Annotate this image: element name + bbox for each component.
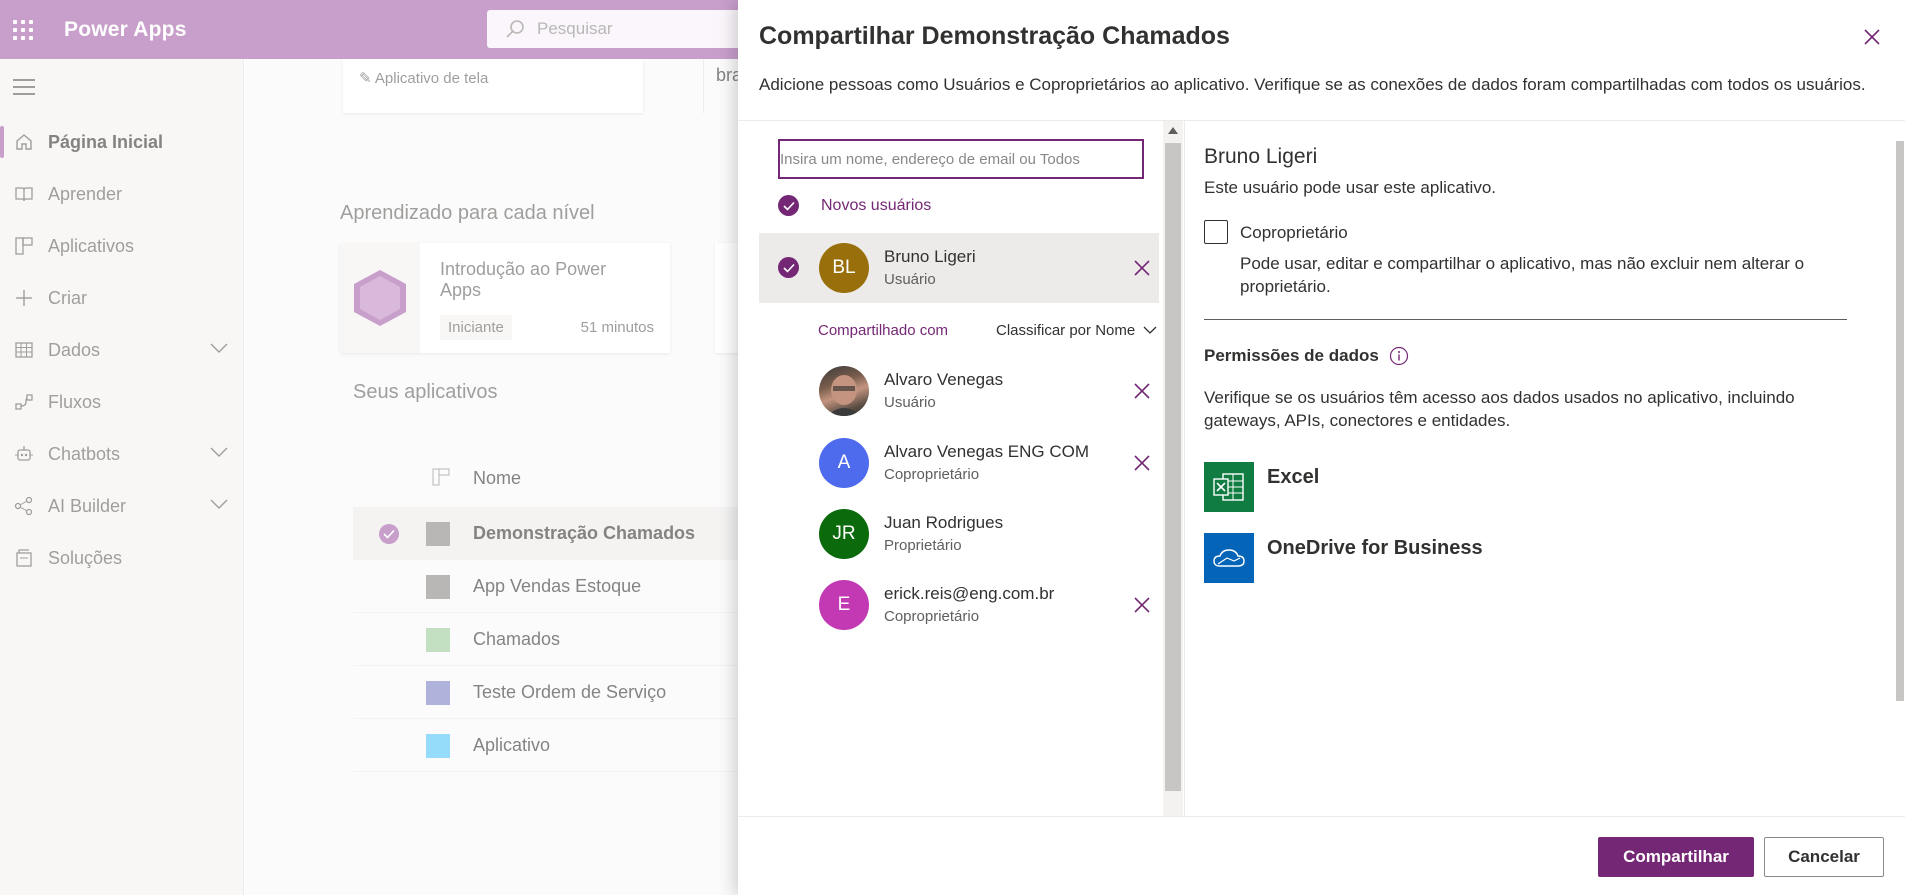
user-role: Coproprietário (884, 466, 980, 483)
info-icon[interactable] (1389, 346, 1409, 366)
onedrive-icon (1204, 533, 1254, 583)
divider (1204, 319, 1847, 320)
close-icon[interactable] (1861, 26, 1883, 48)
shared-user-row[interactable]: E erick.reis@eng.com.br Coproprietário (759, 570, 1159, 640)
scroll-up-icon[interactable] (1168, 127, 1178, 134)
cancel-button[interactable]: Cancelar (1764, 837, 1884, 877)
user-name: Alvaro Venegas ENG COM (884, 442, 1090, 461)
user-role: Coproprietário (884, 608, 980, 625)
avatar: JR (819, 509, 869, 559)
permissions-title-text: Permissões de dados (1204, 346, 1379, 365)
coowner-description: Pode usar, editar e compartilhar o aplic… (1240, 254, 1805, 296)
share-panel: Compartilhar Demonstração Chamados Adici… (738, 0, 1905, 895)
coowner-checkbox[interactable] (1204, 220, 1228, 244)
share-button[interactable]: Compartilhar (1598, 837, 1754, 877)
remove-user-icon[interactable] (1134, 260, 1150, 276)
scrollbar-thumb[interactable] (1896, 141, 1904, 701)
panel-description: Adicione pessoas como Usuários e Copropr… (759, 75, 1866, 94)
new-user-row[interactable]: BL Bruno Ligeri Usuário (759, 233, 1159, 303)
checkmark-icon[interactable] (778, 257, 799, 278)
people-search-input[interactable] (778, 139, 1144, 179)
user-detail: Bruno Ligeri Este usuário pode usar este… (1185, 121, 1905, 816)
people-list: Novos usuários BL Bruno Ligeri Usuário C… (738, 121, 1163, 816)
avatar: BL (819, 243, 869, 293)
sort-label: Classificar por Nome (996, 322, 1136, 339)
user-name: erick.reis@eng.com.br (884, 584, 1055, 603)
shared-with-label: Compartilhado com (818, 322, 949, 339)
user-role: Usuário (884, 271, 936, 288)
avatar (819, 366, 869, 416)
remove-user-icon[interactable] (1134, 455, 1150, 471)
permissions-title: Permissões de dados (1204, 346, 1409, 366)
avatar: E (819, 580, 869, 630)
user-role: Usuário (884, 394, 936, 411)
panel-title: Compartilhar Demonstração Chamados (759, 22, 1230, 50)
permissions-description: Verifique se os usuários têm acesso aos … (1204, 388, 1795, 430)
shared-user-row[interactable]: A Alvaro Venegas ENG COM Coproprietário (759, 428, 1159, 498)
detail-scrollbar[interactable] (1894, 121, 1905, 816)
detail-subtitle: Este usuário pode usar este aplicativo. (1204, 178, 1497, 197)
data-source-name: OneDrive for Business (1267, 537, 1483, 559)
sort-dropdown[interactable]: Classificar por Nome (996, 322, 1157, 339)
new-users-header[interactable]: Novos usuários (778, 195, 931, 216)
divider (738, 816, 1905, 817)
new-users-label: Novos usuários (821, 196, 932, 214)
shared-user-row[interactable]: JR Juan Rodrigues Proprietário (759, 499, 1159, 569)
coowner-label[interactable]: Coproprietário (1240, 223, 1348, 243)
user-name: Bruno Ligeri (884, 247, 976, 266)
scrollbar-thumb[interactable] (1165, 143, 1181, 791)
checkmark-icon[interactable] (778, 195, 799, 216)
remove-user-icon[interactable] (1134, 383, 1150, 399)
remove-user-icon[interactable] (1134, 597, 1150, 613)
excel-icon (1204, 462, 1254, 512)
shared-user-row[interactable]: Alvaro Venegas Usuário (759, 356, 1159, 426)
avatar: A (819, 438, 869, 488)
user-name: Juan Rodrigues (884, 513, 1004, 532)
detail-user-name: Bruno Ligeri (1204, 145, 1318, 168)
user-role: Proprietário (884, 537, 962, 554)
data-source-name: Excel (1267, 466, 1320, 488)
people-list-scrollbar[interactable] (1163, 121, 1183, 816)
chevron-down-icon (1143, 326, 1157, 334)
user-name: Alvaro Venegas (884, 370, 1004, 389)
